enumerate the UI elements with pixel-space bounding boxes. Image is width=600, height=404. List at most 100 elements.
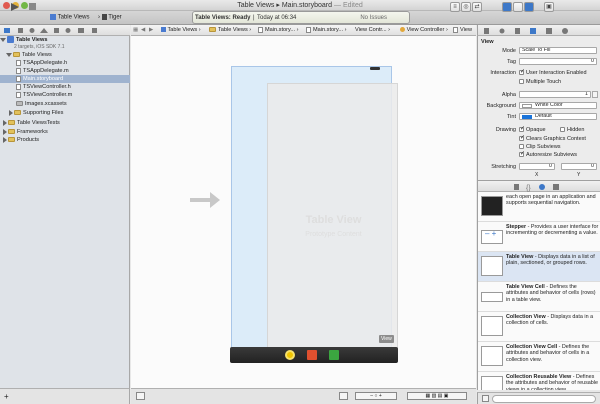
toggle-navigator-button[interactable]	[502, 2, 512, 12]
stop-button[interactable]	[26, 2, 38, 12]
multiple-touch-label: Multiple Touch	[526, 79, 562, 85]
forward-icon[interactable]: ▶	[149, 25, 153, 35]
header-file-icon	[16, 59, 21, 66]
scheme-selector[interactable]: Table Views	[50, 14, 89, 21]
window-file: Main.storyboard	[281, 2, 333, 9]
library-item[interactable]: Collection View Cell - Defines the attri…	[478, 342, 600, 372]
breadcrumb-scene[interactable]: View Contr... ›	[355, 25, 390, 35]
disclosure-closed-icon	[9, 109, 13, 116]
folder-icon	[8, 120, 15, 126]
checkmark-icon: ✓	[520, 126, 526, 132]
list-item[interactable]: Supporting Files	[0, 109, 130, 117]
inspector-section-header: View	[481, 39, 494, 45]
toggle-debug-button[interactable]	[513, 2, 523, 12]
run-button[interactable]	[8, 2, 22, 12]
list-item[interactable]: Images.xcassets	[0, 100, 130, 108]
zoom-controls[interactable]: – ○ +	[355, 392, 397, 400]
autoresize-subviews-checkbox[interactable]: ✓	[519, 151, 526, 157]
navigator-tab-icons	[4, 28, 97, 33]
navigator-filter-bar: +	[0, 388, 130, 404]
checkmark-icon: ✓	[520, 69, 526, 75]
library-selector-bar: {}	[477, 180, 600, 192]
breadcrumb-file[interactable]: Main.story... ›	[258, 25, 298, 35]
view-controller-icon[interactable]	[285, 350, 295, 360]
project-subtitle: 2 targets, iOS SDK 7.1	[14, 44, 65, 50]
list-item-selected[interactable]: Main.storyboard	[0, 75, 130, 83]
breadcrumb-folder[interactable]: Table Views ›	[209, 25, 251, 35]
hidden-checkbox[interactable]	[560, 127, 565, 132]
assistant-editor-button[interactable]: ◎	[461, 2, 471, 12]
organizer-button[interactable]: ▣	[544, 2, 554, 12]
list-item[interactable]: TSViewController.m	[0, 91, 130, 99]
alpha-field[interactable]: 1	[519, 91, 591, 98]
table-view-icon	[481, 256, 503, 276]
project-icon	[161, 27, 166, 33]
add-button[interactable]: +	[4, 392, 9, 401]
opaque-checkbox[interactable]: ✓	[519, 126, 526, 132]
clip-subviews-checkbox[interactable]	[519, 144, 524, 149]
tint-select[interactable]: Default	[519, 113, 597, 120]
library-item[interactable]: each open page in an application and sup…	[478, 192, 600, 222]
list-item[interactable]: Products	[0, 136, 130, 144]
multiple-touch-checkbox[interactable]	[519, 79, 524, 84]
clears-context-checkbox[interactable]: ✓	[519, 135, 525, 141]
list-item[interactable]: TSAppDelegate.m	[0, 67, 130, 75]
clears-context-label: Clears Graphics Context	[526, 136, 586, 142]
breadcrumb-file-base[interactable]: Main.story... ›	[306, 25, 346, 35]
organizer-icon: ▣	[546, 4, 552, 10]
list-item[interactable]: Frameworks	[0, 128, 130, 136]
library-item[interactable]: Table View Cell - Defines the attributes…	[478, 282, 600, 312]
library-item[interactable]: Collection Reusable View - Defines the a…	[478, 372, 600, 390]
back-icon[interactable]: ◀	[141, 25, 145, 35]
list-item[interactable]: Table Views	[0, 51, 130, 59]
version-editor-button[interactable]: ⇄	[472, 2, 482, 12]
device-selector[interactable]: › Tiger	[98, 14, 122, 21]
standard-editor-button[interactable]: ≡	[450, 2, 460, 12]
first-responder-icon[interactable]	[307, 350, 317, 360]
grid-view-icon[interactable]	[482, 395, 489, 402]
storyboard-file-icon	[306, 26, 311, 33]
breadcrumb-view-controller[interactable]: View Controller ›	[400, 25, 448, 35]
toggle-utilities-button[interactable]	[524, 2, 534, 12]
white-swatch-icon	[522, 104, 532, 108]
inspector-selector-bar	[477, 25, 600, 36]
user-interaction-label: User Interaction Enabled	[526, 70, 587, 76]
attributes-inspector: View Mode Scale To Fill Tag 0 Interactio…	[477, 36, 600, 180]
user-interaction-checkbox[interactable]: ✓	[519, 69, 526, 75]
resize-button[interactable]	[339, 392, 348, 400]
checkmark-icon: ✓	[520, 151, 526, 157]
layout-controls[interactable]: ▦ ▧ ▤ ▣	[407, 392, 467, 400]
breadcrumb-project[interactable]: Table Views ›	[161, 25, 201, 35]
header-file-icon	[16, 83, 21, 90]
view-icon	[453, 26, 458, 33]
scheme-icon	[50, 14, 56, 20]
alpha-stepper[interactable]	[592, 91, 598, 98]
stretching-x-field[interactable]: 0	[519, 163, 555, 170]
svg-text:{}: {}	[526, 185, 531, 192]
background-select[interactable]: White Color	[519, 102, 597, 109]
library-item[interactable]: – + Stepper - Provides a user interface …	[478, 222, 600, 252]
library-item-selected[interactable]: Table View - Displays data in a list of …	[478, 252, 600, 282]
mode-select[interactable]: Scale To Fill	[519, 47, 597, 54]
stretching-y-field[interactable]: 0	[561, 163, 597, 170]
alpha-label: Alpha	[501, 92, 516, 98]
project-navigator: Table Views 2 targets, iOS SDK 7.1 Table…	[0, 36, 130, 388]
disclosure-open-icon	[0, 37, 6, 42]
table-view-cell-icon	[481, 292, 503, 302]
library-filter-bar	[477, 392, 600, 404]
align-left-icon: ≡	[453, 4, 457, 10]
table-view-placeholder[interactable]: Table View Prototype Content	[267, 83, 398, 355]
list-item[interactable]: Table ViewsTests	[0, 119, 130, 127]
related-items-icon[interactable]: ▦	[133, 25, 138, 35]
object-library: each open page in an application and sup…	[477, 192, 600, 390]
tag-field[interactable]: 0	[519, 58, 597, 65]
list-item[interactable]: TSAppDelegate.h	[0, 59, 130, 67]
library-item[interactable]: Collection View - Displays data in a col…	[478, 312, 600, 342]
exit-icon[interactable]	[329, 350, 339, 360]
storyboard-file-icon	[258, 26, 263, 33]
list-item[interactable]: TSViewController.h	[0, 83, 130, 91]
library-filter-input[interactable]	[492, 395, 596, 403]
document-outline-button[interactable]	[136, 392, 145, 400]
breadcrumb-view[interactable]: View	[453, 25, 472, 35]
view-badge: View	[379, 335, 394, 343]
